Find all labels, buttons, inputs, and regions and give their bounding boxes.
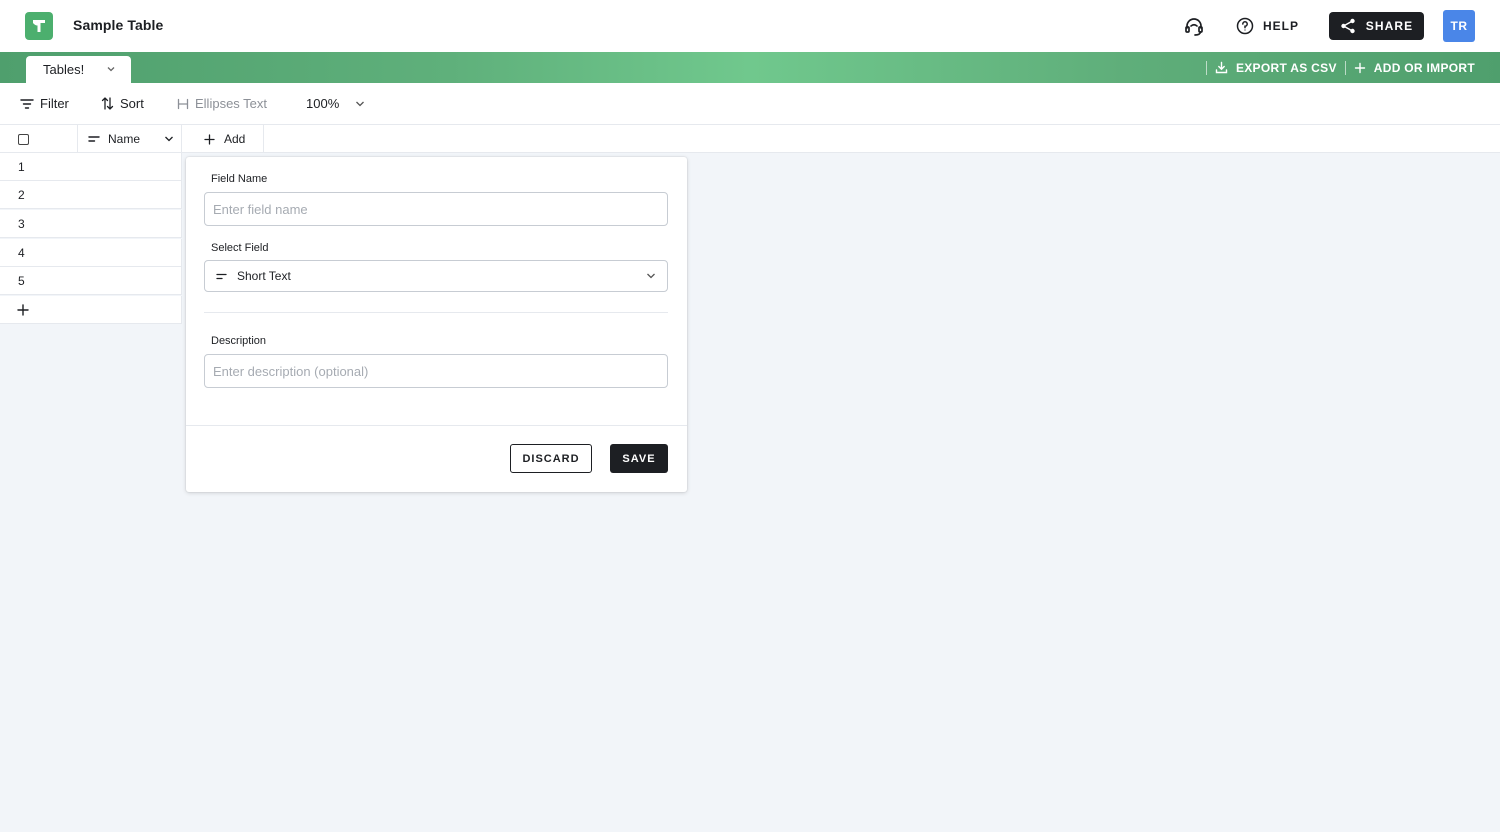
- plus-icon: [17, 303, 29, 316]
- tab-tables[interactable]: Tables!: [26, 56, 131, 83]
- share-label: SHARE: [1365, 19, 1414, 33]
- chevron-down-icon[interactable]: [106, 65, 116, 73]
- help-button[interactable]: HELP: [1236, 14, 1299, 38]
- add-row-button[interactable]: [0, 296, 182, 324]
- table-row[interactable]: 3: [0, 210, 182, 238]
- add-or-import-label: ADD OR IMPORT: [1373, 60, 1475, 75]
- short-text-icon: [88, 136, 100, 142]
- plus-icon: [1354, 62, 1365, 73]
- save-button[interactable]: SAVE: [610, 444, 668, 473]
- plus-icon: [204, 133, 215, 145]
- grid-header: Name Add: [0, 125, 1500, 153]
- column-header-name[interactable]: Name: [78, 125, 182, 153]
- add-or-import-button[interactable]: ADD OR IMPORT: [1354, 61, 1475, 75]
- question-circle-icon: [1236, 17, 1254, 35]
- tab-actions: EXPORT AS CSV ADD OR IMPORT: [1198, 52, 1475, 83]
- divider: [1344, 60, 1346, 75]
- filter-button[interactable]: Filter: [20, 96, 69, 111]
- ellipses-text-button[interactable]: Ellipses Text: [177, 96, 267, 111]
- ellipses-text-label: Ellipses Text: [195, 96, 268, 111]
- export-csv-label: EXPORT AS CSV: [1235, 60, 1337, 75]
- add-column-button[interactable]: Add: [182, 125, 264, 153]
- description-label: Description: [211, 335, 267, 347]
- select-all-checkbox[interactable]: [18, 133, 29, 145]
- select-field-label: Select Field: [211, 242, 269, 254]
- add-column-label: Add: [224, 132, 246, 146]
- select-all-cell: [0, 125, 78, 153]
- user-avatar[interactable]: TR: [1443, 10, 1475, 42]
- chevron-down-icon[interactable]: [164, 135, 174, 143]
- zoom-value: 100%: [306, 96, 340, 111]
- tab-tables-label: Tables!: [43, 62, 85, 77]
- table-row[interactable]: 2: [0, 181, 182, 209]
- divider: [186, 425, 687, 426]
- add-field-popover: Field Name Select Field Short Text Descr…: [186, 157, 687, 492]
- table-tab-bar: Tables! EXPORT AS CSV ADD OR IMPORT: [0, 52, 1500, 83]
- filter-icon: [20, 98, 34, 109]
- field-name-input[interactable]: [204, 192, 668, 226]
- column-width-icon: [177, 98, 189, 109]
- table-row[interactable]: 4: [0, 239, 182, 267]
- share-icon: [1341, 18, 1355, 34]
- description-input[interactable]: [204, 354, 668, 388]
- table-row[interactable]: 5: [0, 267, 182, 295]
- field-type-value: Short Text: [237, 269, 291, 283]
- export-csv-button[interactable]: EXPORT AS CSV: [1215, 61, 1337, 75]
- app-logo[interactable]: [25, 12, 53, 40]
- share-button[interactable]: SHARE: [1329, 12, 1424, 40]
- field-name-label: Field Name: [211, 173, 268, 185]
- sort-label: Sort: [120, 96, 144, 111]
- short-text-icon: [216, 273, 227, 279]
- filter-label: Filter: [40, 96, 69, 111]
- table-row[interactable]: 1: [0, 153, 182, 181]
- view-toolbar: Filter Sort Ellipses Text 100%: [0, 83, 1500, 125]
- help-label: HELP: [1263, 19, 1300, 33]
- divider: [204, 312, 668, 313]
- discard-button[interactable]: DISCARD: [510, 444, 592, 473]
- field-type-select[interactable]: Short Text: [204, 260, 668, 292]
- column-name-label: Name: [108, 132, 141, 146]
- chevron-down-icon: [356, 101, 365, 106]
- top-header: Sample Table HELP SHARE TR: [0, 0, 1500, 52]
- logo-icon: [33, 20, 45, 32]
- zoom-select[interactable]: 100%: [306, 96, 365, 111]
- support-button[interactable]: [1182, 14, 1206, 38]
- sort-icon: [101, 97, 114, 110]
- headset-icon: [1185, 18, 1203, 36]
- download-icon: [1215, 61, 1228, 74]
- divider: [1205, 60, 1207, 75]
- chevron-down-icon: [647, 273, 655, 279]
- sort-button[interactable]: Sort: [101, 96, 144, 111]
- app-title: Sample Table: [73, 17, 164, 33]
